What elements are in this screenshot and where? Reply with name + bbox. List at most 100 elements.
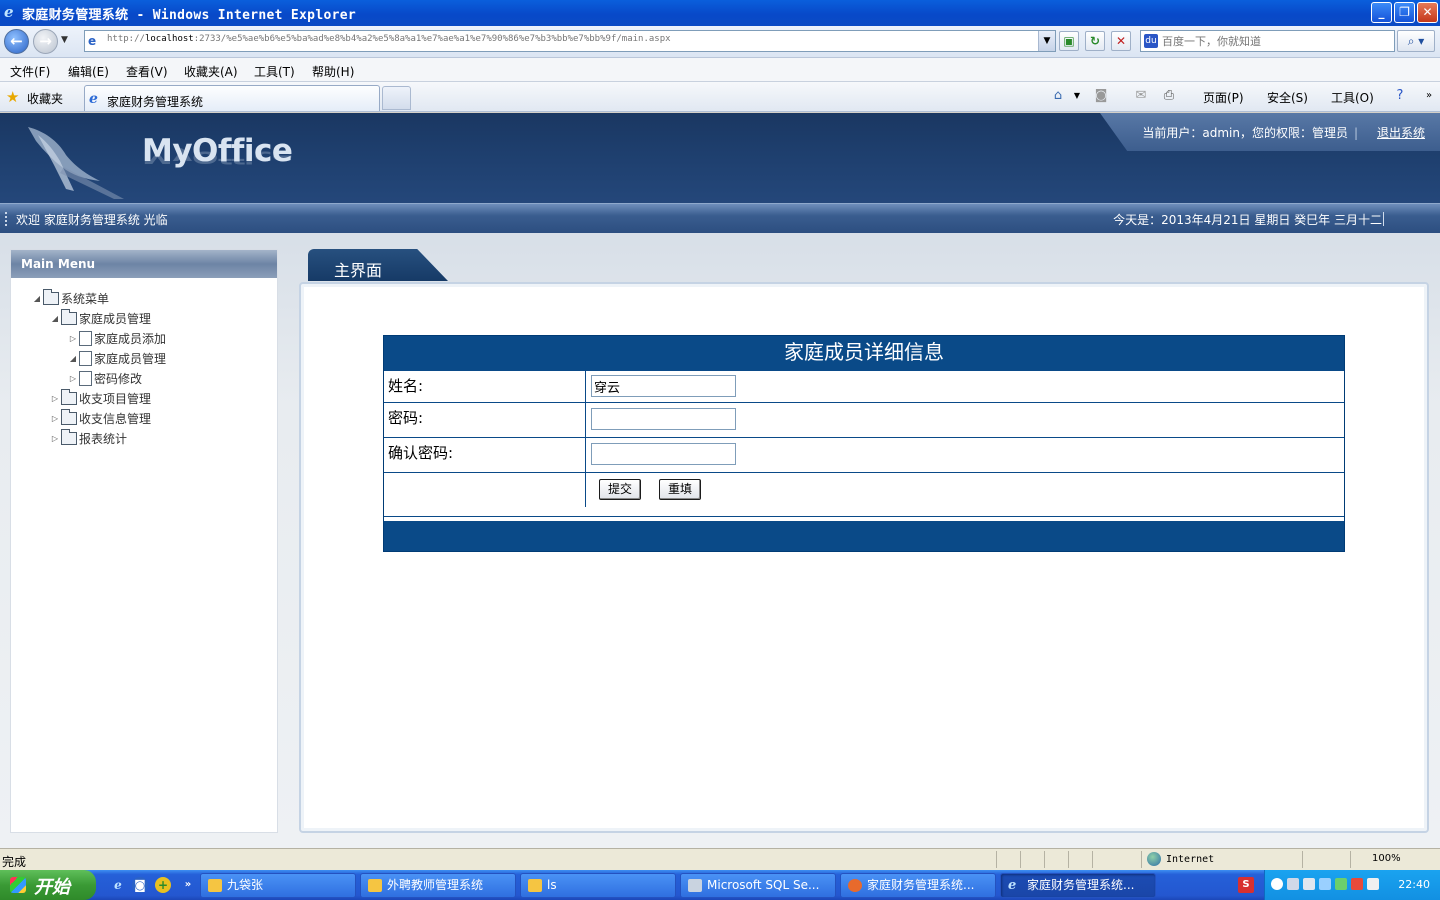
- menu-view[interactable]: 查看(V): [126, 63, 168, 80]
- name-input[interactable]: [591, 375, 736, 397]
- menu-help[interactable]: 帮助(H): [312, 63, 354, 80]
- logout-link[interactable]: 退出系统: [1377, 124, 1425, 141]
- tree-node-member-manage[interactable]: ◢ 家庭成员管理: [67, 350, 166, 368]
- status-divider: [996, 851, 997, 868]
- app-logo-reflection: MyOffice: [142, 147, 293, 167]
- member-detail-form: 家庭成员详细信息 姓名: 密码: 确认密码: 提交 重填: [383, 335, 1345, 552]
- submit-button[interactable]: 提交: [599, 479, 642, 500]
- menu-edit[interactable]: 编辑(E): [68, 63, 109, 80]
- minimize-button[interactable]: _: [1371, 2, 1392, 23]
- address-dropdown-icon[interactable]: ▼: [1038, 31, 1055, 51]
- refresh-icon[interactable]: ↻: [1085, 31, 1105, 51]
- restore-button[interactable]: ❐: [1394, 2, 1415, 23]
- close-window-button[interactable]: ✕: [1417, 2, 1438, 23]
- favorites-star-icon[interactable]: ★: [6, 88, 19, 106]
- ie-icon: e: [1008, 878, 1017, 893]
- print-icon[interactable]: ⎙: [1160, 87, 1178, 105]
- home-dropdown-icon[interactable]: ▼: [1068, 87, 1086, 105]
- add-quicklaunch-icon[interactable]: +: [155, 877, 171, 893]
- new-tab-button[interactable]: [382, 86, 411, 110]
- tree-label: 报表统计: [79, 432, 128, 446]
- expand-icon[interactable]: ▷: [67, 334, 79, 343]
- taskbar-item[interactable]: ls: [520, 873, 676, 898]
- forward-button[interactable]: →: [33, 29, 58, 54]
- tray-back-icon[interactable]: [1271, 878, 1283, 890]
- toolbar-overflow-icon[interactable]: »: [1420, 87, 1438, 105]
- actions-label-cell: [384, 473, 586, 507]
- address-bar[interactable]: e http://localhost:2733/%e5%ae%b6%e5%ba%…: [84, 30, 1056, 52]
- taskbar-item-active[interactable]: e 家庭财务管理系统...: [1000, 873, 1156, 898]
- form-row-actions: 提交 重填: [384, 472, 1344, 507]
- collapse-icon[interactable]: ◢: [67, 354, 79, 363]
- expand-icon[interactable]: ▷: [49, 414, 61, 423]
- tray-volume-icon[interactable]: [1319, 878, 1331, 890]
- window-title-bar: e 家庭财务管理系统 - Windows Internet Explorer _…: [0, 0, 1440, 26]
- stop-icon[interactable]: ✕: [1111, 31, 1131, 51]
- tree-node-reports[interactable]: ▷ 报表统计: [49, 429, 128, 448]
- page-menu[interactable]: 页面(P): [1203, 89, 1244, 106]
- tree-label: 家庭成员管理: [79, 312, 152, 326]
- task-label: 家庭财务管理系统...: [1027, 878, 1135, 892]
- url-text[interactable]: http://localhost:2733/%e5%ae%b6%e5%ba%ad…: [107, 34, 671, 44]
- tools-menu[interactable]: 工具(O): [1331, 89, 1374, 106]
- tray-user-icon[interactable]: [1351, 878, 1363, 890]
- tree-label: 收支项目管理: [79, 392, 152, 406]
- desktop-quicklaunch-icon[interactable]: ◙: [132, 877, 148, 893]
- favorites-button[interactable]: 收藏夹: [27, 90, 63, 107]
- taskbar-item[interactable]: 家庭财务管理系统...: [840, 873, 996, 898]
- tree-label: 收支信息管理: [79, 412, 152, 426]
- history-dropdown-icon[interactable]: ▼: [61, 35, 68, 45]
- collapse-icon[interactable]: ◢: [49, 314, 61, 323]
- task-label: 外聘教师管理系统: [387, 878, 484, 892]
- zoom-level[interactable]: 100%: [1372, 853, 1401, 864]
- feeds-icon[interactable]: ◙: [1092, 87, 1110, 105]
- address-toolbar: ← → ▼ e http://localhost:2733/%e5%ae%b6%…: [0, 26, 1440, 58]
- expand-icon[interactable]: ▷: [67, 374, 79, 383]
- tray-security-icon[interactable]: [1335, 878, 1347, 890]
- tab-main[interactable]: 主界面: [308, 249, 448, 281]
- help-icon[interactable]: ?: [1391, 87, 1409, 105]
- reset-button[interactable]: 重填: [659, 479, 702, 500]
- status-divider: [1092, 851, 1093, 868]
- menu-file[interactable]: 文件(F): [10, 63, 50, 80]
- taskbar-item[interactable]: Microsoft SQL Se...: [680, 873, 836, 898]
- password-input[interactable]: [591, 408, 736, 430]
- mail-icon[interactable]: ✉: [1132, 87, 1150, 105]
- start-button[interactable]: 开始: [0, 870, 96, 900]
- ie-quicklaunch-icon[interactable]: e: [110, 877, 126, 893]
- tree-node-root[interactable]: ◢ 系统菜单: [31, 289, 109, 308]
- tree-node-password-change[interactable]: ▷ 密码修改: [67, 370, 142, 388]
- confirm-password-input[interactable]: [591, 443, 736, 465]
- system-tray: 22:40: [1264, 870, 1440, 900]
- tree-node-income-info[interactable]: ▷ 收支信息管理: [49, 409, 152, 428]
- sogou-ime-icon[interactable]: S: [1238, 877, 1254, 893]
- compatibility-icon[interactable]: ▣: [1059, 31, 1079, 51]
- form-row-confirm: 确认密码:: [384, 437, 1344, 472]
- search-box[interactable]: du: [1140, 30, 1395, 52]
- tree-node-member-add[interactable]: ▷ 家庭成员添加: [67, 330, 166, 348]
- safety-menu[interactable]: 安全(S): [1267, 89, 1308, 106]
- tree-label: 家庭成员管理: [94, 352, 167, 366]
- tree-node-income-items[interactable]: ▷ 收支项目管理: [49, 389, 152, 408]
- search-button[interactable]: ⌕ ▾: [1397, 30, 1435, 52]
- collapse-icon[interactable]: ◢: [31, 294, 43, 303]
- expand-icon[interactable]: ▷: [49, 434, 61, 443]
- status-divider: [1068, 851, 1069, 868]
- quicklaunch-more-icon[interactable]: »: [180, 877, 196, 893]
- taskbar-item[interactable]: 九袋张: [200, 873, 356, 898]
- taskbar-item[interactable]: 外聘教师管理系统: [360, 873, 516, 898]
- expand-icon[interactable]: ▷: [49, 394, 61, 403]
- search-input[interactable]: [1162, 33, 1390, 49]
- browser-tab[interactable]: e 家庭财务管理系统: [84, 85, 380, 111]
- tree-node-family-members[interactable]: ◢ 家庭成员管理: [49, 309, 152, 328]
- back-button[interactable]: ←: [4, 29, 29, 54]
- tray-device-icon[interactable]: [1367, 878, 1379, 890]
- menu-tools[interactable]: 工具(T): [254, 63, 295, 80]
- tray-app-icon[interactable]: [1303, 878, 1315, 890]
- tab-ie-icon: e: [89, 91, 98, 107]
- status-bar: 完成 Internet 100%: [0, 848, 1440, 870]
- menu-favorites[interactable]: 收藏夹(A): [184, 63, 238, 80]
- tray-network-icon[interactable]: [1287, 878, 1299, 890]
- home-icon[interactable]: ⌂: [1049, 87, 1067, 105]
- form-caption: 家庭成员详细信息: [384, 336, 1344, 370]
